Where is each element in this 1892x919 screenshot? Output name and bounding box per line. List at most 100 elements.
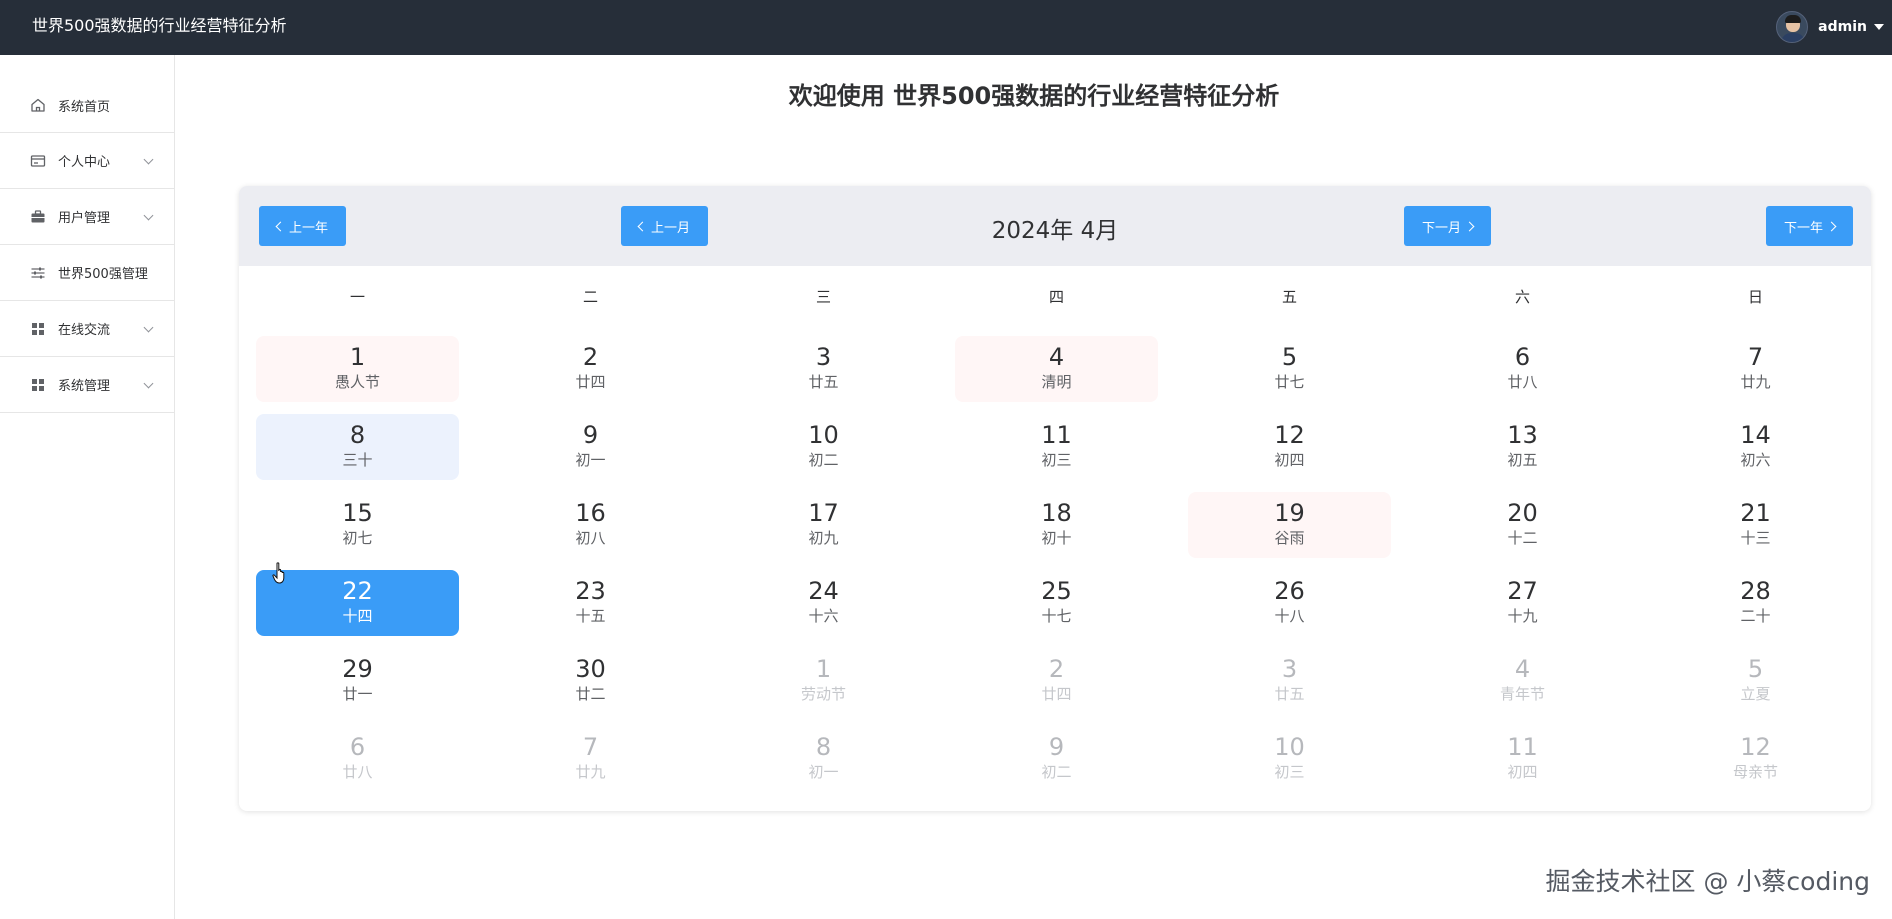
lunar-label: 初一: [808, 763, 839, 781]
lunar-label: 十八: [1274, 607, 1305, 625]
user-name[interactable]: admin: [1818, 19, 1867, 35]
home-icon: [31, 98, 45, 112]
day-number: 21: [1740, 499, 1771, 527]
hand-cursor-icon: [272, 562, 285, 584]
calendar-day[interactable]: 4 青年节: [1421, 648, 1624, 714]
sidebar-item-label: 个人中心: [58, 155, 111, 170]
calendar-day[interactable]: 21 十三: [1654, 492, 1857, 558]
sidebar-item-label: 用户管理: [58, 211, 111, 226]
next-month-button[interactable]: 下一月: [1404, 206, 1491, 246]
calendar-day[interactable]: 2 廿四: [489, 336, 692, 402]
calendar-day[interactable]: 18 初十: [955, 492, 1158, 558]
calendar-day[interactable]: 30 廿二: [489, 648, 692, 714]
user-menu[interactable]: admin: [1776, 10, 1884, 44]
day-number: 14: [1740, 421, 1771, 449]
calendar-day[interactable]: 1 劳动节: [722, 648, 925, 714]
calendar-day[interactable]: 7 廿九: [1654, 336, 1857, 402]
calendar-day[interactable]: 11 初四: [1421, 726, 1624, 792]
day-number: 24: [808, 577, 839, 605]
sidebar-item-profile[interactable]: 个人中心: [0, 133, 174, 189]
caret-down-icon[interactable]: [1874, 24, 1884, 30]
lunar-label: 十九: [1507, 607, 1538, 625]
lunar-label: 初九: [808, 529, 839, 547]
day-number: 10: [808, 421, 839, 449]
lunar-label: 初七: [342, 529, 373, 547]
calendar-day[interactable]: 10 初三: [1188, 726, 1391, 792]
calendar-day[interactable]: 16 初八: [489, 492, 692, 558]
sidebar: 系统首页 个人中心 用户管理 世界500强管理 在线交流 系统管理: [0, 55, 175, 919]
day-number: 20: [1507, 499, 1538, 527]
calendar-day[interactable]: 8 三十: [256, 414, 459, 480]
sidebar-item-chat[interactable]: 在线交流: [0, 301, 174, 357]
lunar-label: 初八: [575, 529, 606, 547]
lunar-label: 廿四: [1041, 685, 1072, 703]
calendar-day[interactable]: 3 廿五: [722, 336, 925, 402]
calendar-day[interactable]: 29 廿一: [256, 648, 459, 714]
calendar-grid: 1 愚人节 2 廿四 3 廿五 4 清明 5 廿七 6 廿八 7 廿九 8 三十 9 初一 10 初二 11 初三 12 初四…: [256, 336, 1871, 806]
calendar-day[interactable]: 6 廿八: [256, 726, 459, 792]
lunar-label: 廿八: [1507, 373, 1538, 391]
day-number: 11: [1507, 733, 1538, 761]
lunar-label: 十四: [342, 607, 373, 625]
calendar-day[interactable]: 24 十六: [722, 570, 925, 636]
day-number: 10: [1274, 733, 1305, 761]
month-title: 2024年 4月: [991, 218, 1119, 244]
sidebar-item-label: 系统首页: [58, 99, 111, 115]
day-number: 28: [1740, 577, 1771, 605]
calendar-day[interactable]: 12 母亲节: [1654, 726, 1857, 792]
lunar-label: 十七: [1041, 607, 1072, 625]
top-bar: 世界500强数据的行业经营特征分析 admin: [0, 0, 1892, 55]
calendar-day[interactable]: 9 初一: [489, 414, 692, 480]
calendar-day[interactable]: 25 十七: [955, 570, 1158, 636]
weekday-label: 六: [1514, 288, 1530, 306]
calendar-day[interactable]: 12 初四: [1188, 414, 1391, 480]
calendar-day[interactable]: 4 清明: [955, 336, 1158, 402]
calendar-day[interactable]: 15 初七: [256, 492, 459, 558]
day-number: 6: [349, 733, 366, 761]
lunar-label: 初四: [1507, 763, 1538, 781]
day-number: 25: [1041, 577, 1072, 605]
day-number: 8: [349, 421, 366, 449]
calendar-day[interactable]: 1 愚人节: [256, 336, 459, 402]
id-card-icon: [30, 154, 46, 167]
sidebar-item-users[interactable]: 用户管理: [0, 189, 174, 245]
calendar-day[interactable]: 2 廿四: [955, 648, 1158, 714]
lunar-label: 二十: [1740, 607, 1771, 625]
calendar-day[interactable]: 26 十八: [1188, 570, 1391, 636]
lunar-label: 廿二: [575, 685, 606, 703]
day-number: 11: [1041, 421, 1072, 449]
calendar-day[interactable]: 28 二十: [1654, 570, 1857, 636]
sidebar-item-home[interactable]: 系统首页: [0, 77, 174, 133]
lunar-label: 初三: [1041, 451, 1072, 469]
next-month-label: 下一月: [1421, 220, 1461, 236]
sidebar-item-fortune500[interactable]: 世界500强管理: [0, 245, 174, 301]
calendar-day[interactable]: 3 廿五: [1188, 648, 1391, 714]
day-number: 4: [1514, 655, 1531, 683]
sidebar-item-system[interactable]: 系统管理: [0, 357, 174, 413]
calendar-day[interactable]: 5 廿七: [1188, 336, 1391, 402]
calendar-day[interactable]: 17 初九: [722, 492, 925, 558]
weekday-header: 一 二 三 四 五 六 日: [256, 286, 1871, 310]
calendar-day[interactable]: 6 廿八: [1421, 336, 1624, 402]
next-year-button[interactable]: 下一年: [1766, 206, 1853, 246]
calendar-day[interactable]: 11 初三: [955, 414, 1158, 480]
calendar-day[interactable]: 9 初二: [955, 726, 1158, 792]
calendar-day[interactable]: 19 谷雨: [1188, 492, 1391, 558]
weekday-label: 二: [582, 288, 598, 306]
day-number: 1: [815, 655, 832, 683]
calendar-day[interactable]: 7 廿九: [489, 726, 692, 792]
day-number: 19: [1274, 499, 1305, 527]
sidebar-item-label: 在线交流: [58, 323, 111, 338]
calendar-day[interactable]: 10 初二: [722, 414, 925, 480]
sidebar-item-label: 系统管理: [58, 379, 111, 394]
calendar-day[interactable]: 23 十五: [489, 570, 692, 636]
calendar-day[interactable]: 13 初五: [1421, 414, 1624, 480]
calendar-day[interactable]: 8 初一: [722, 726, 925, 792]
calendar-day[interactable]: 14 初六: [1654, 414, 1857, 480]
lunar-label: 廿八: [342, 763, 373, 781]
avatar[interactable]: [1776, 11, 1809, 43]
calendar-day[interactable]: 27 十九: [1421, 570, 1624, 636]
calendar-day[interactable]: 5 立夏: [1654, 648, 1857, 714]
calendar-day[interactable]: 20 十二: [1421, 492, 1624, 558]
day-number: 8: [815, 733, 832, 761]
